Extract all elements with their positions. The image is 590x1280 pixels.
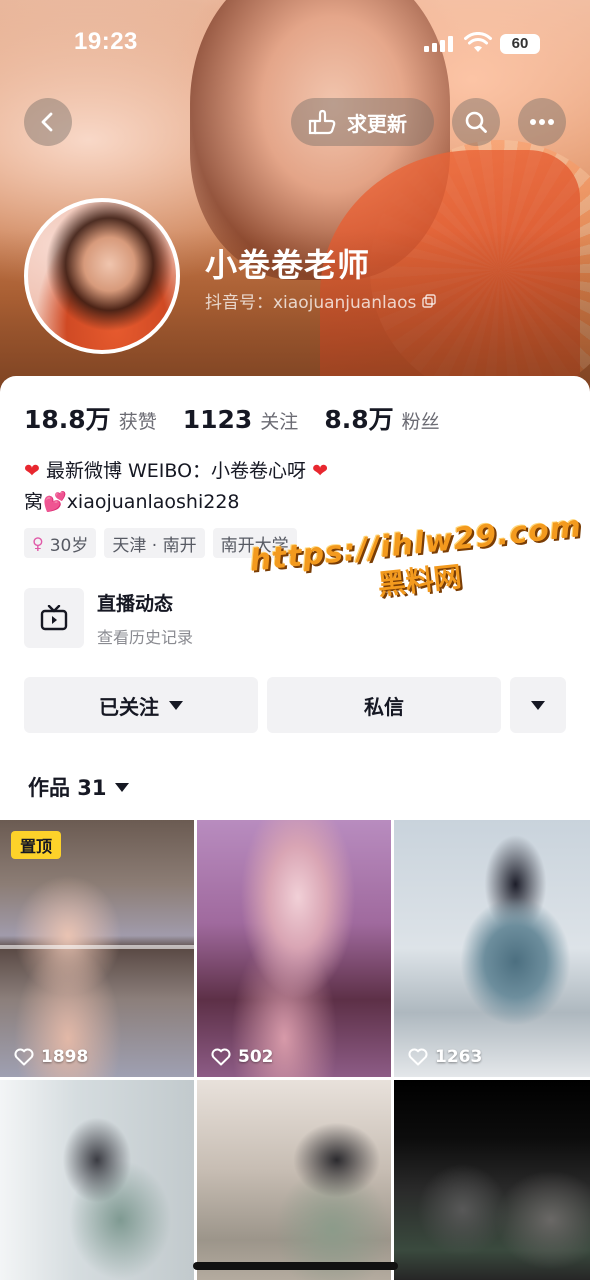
expand-recommendations-button[interactable] <box>510 677 566 733</box>
video-grid: 置顶 1898 502 1263 <box>0 820 590 1280</box>
message-button[interactable]: 私信 <box>267 677 501 733</box>
douyin-id-row[interactable]: 抖音号：xiaojuanjuanlaos <box>205 288 437 313</box>
search-icon <box>465 111 487 133</box>
more-dots-icon <box>530 119 554 125</box>
pinned-badge: 置顶 <box>11 831 61 859</box>
profile-actions: 已关注 私信 <box>24 677 566 733</box>
live-title: 直播动态 <box>97 592 174 615</box>
bio-line-1-text: 最新微博 WEIBO：小卷卷心呀 <box>45 460 307 482</box>
caret-down-icon <box>169 700 183 710</box>
bio-line-2: 窝💕xiaojuanlaoshi228 <box>24 487 564 518</box>
tag-text: 30岁 <box>49 535 89 556</box>
home-indicator[interactable] <box>193 1262 398 1270</box>
female-icon: ♀ <box>32 533 44 553</box>
stat-value: 18.8万 <box>24 405 111 434</box>
following-button[interactable]: 已关注 <box>24 677 258 733</box>
video-thumbnail[interactable]: 1263 <box>394 820 590 1077</box>
bio-line-1: ❤ 最新微博 WEIBO：小卷卷心呀 ❤ <box>24 456 564 487</box>
stat-followers[interactable]: 8.8万 粉丝 <box>324 400 439 436</box>
avatar[interactable] <box>24 198 180 354</box>
heart-icon: ❤ <box>24 460 40 482</box>
like-count: 1898 <box>14 1047 88 1067</box>
stat-value: 8.8万 <box>324 405 394 434</box>
works-tab[interactable]: 作品 31 <box>28 772 129 802</box>
video-thumbnail[interactable] <box>394 1080 590 1280</box>
heart-outline-icon <box>14 1048 34 1066</box>
heart-icon: ❤ <box>312 460 329 482</box>
works-tab-label: 作品 31 <box>28 776 107 800</box>
chevron-left-icon <box>41 112 53 132</box>
stat-label: 关注 <box>260 411 299 433</box>
video-thumbnail[interactable]: 置顶 1898 <box>0 820 194 1077</box>
two-hearts-icon: 💕 <box>43 491 67 513</box>
wifi-icon <box>464 32 492 52</box>
more-options-button[interactable] <box>518 98 566 146</box>
bio-line-2-text: xiaojuanlaoshi228 <box>66 491 240 513</box>
live-subtitle: 查看历史记录 <box>97 627 194 647</box>
stat-following[interactable]: 1123 关注 <box>183 405 299 434</box>
battery-indicator: 60 <box>500 34 540 54</box>
following-label: 已关注 <box>99 694 159 719</box>
stat-label: 粉丝 <box>401 411 440 433</box>
like-count-value: 1898 <box>41 1047 89 1067</box>
bio-line-2-prefix: 窝 <box>24 491 44 513</box>
video-thumbnail[interactable] <box>0 1080 194 1280</box>
caret-down-icon <box>531 700 545 710</box>
request-update-label: 求更新 <box>347 111 407 136</box>
tv-icon <box>24 588 84 648</box>
stat-value: 1123 <box>182 405 253 434</box>
stat-likes[interactable]: 18.8万 获赞 <box>24 400 157 436</box>
video-thumbnail[interactable] <box>197 1080 391 1280</box>
tag-location: 天津 · 南开 <box>104 528 205 558</box>
caret-down-icon <box>114 782 129 792</box>
heart-outline-icon <box>408 1048 428 1066</box>
stat-label: 获赞 <box>118 411 157 433</box>
status-time: 19:23 <box>74 28 138 55</box>
cellular-signal-icon <box>424 36 454 52</box>
video-thumbnail[interactable]: 502 <box>197 820 391 1077</box>
like-count: 502 <box>211 1047 274 1067</box>
profile-stats: 18.8万 获赞 1123 关注 8.8万 粉丝 <box>24 400 466 436</box>
like-count-value: 502 <box>238 1047 274 1067</box>
status-bar: 19:23 60 <box>0 28 590 62</box>
douyin-id-text: 抖音号：xiaojuanjuanlaos <box>205 293 417 313</box>
message-label: 私信 <box>364 694 404 719</box>
profile-name: 小卷卷老师 <box>205 246 371 284</box>
like-count-value: 1263 <box>435 1047 483 1067</box>
tag-text: 天津 · 南开 <box>112 535 197 556</box>
search-button[interactable] <box>452 98 500 146</box>
heart-outline-icon <box>211 1048 231 1066</box>
request-update-button[interactable]: 求更新 <box>291 98 434 146</box>
pointing-hand-icon <box>308 109 336 135</box>
copy-icon[interactable] <box>422 293 437 308</box>
back-button[interactable] <box>24 98 72 146</box>
like-count: 1263 <box>408 1047 482 1067</box>
profile-bio: ❤ 最新微博 WEIBO：小卷卷心呀 ❤ 窝💕xiaojuanlaoshi228 <box>24 456 564 518</box>
tag-age: ♀ 30岁 <box>24 528 97 558</box>
